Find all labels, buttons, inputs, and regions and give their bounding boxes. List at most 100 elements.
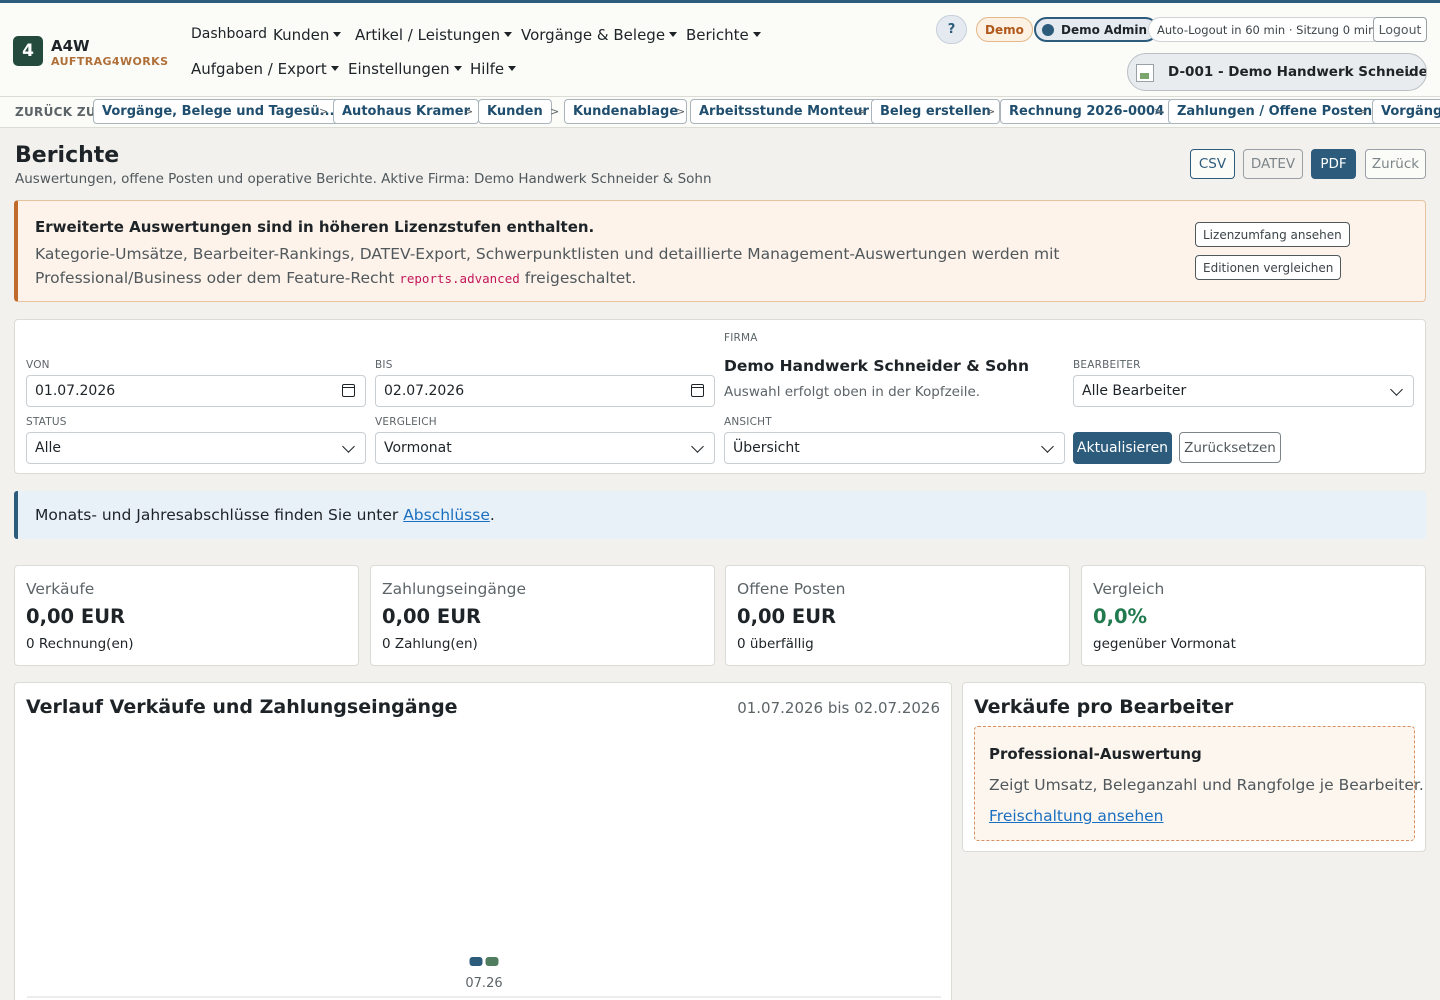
logout-button[interactable]: Logout bbox=[1373, 17, 1427, 42]
nav-einstellungen-label: Einstellungen bbox=[348, 60, 450, 78]
user-status-icon bbox=[1042, 23, 1054, 36]
nav-artikel-label: Artikel / Leistungen bbox=[355, 26, 501, 44]
sales-payments-chart: 07.26 bbox=[27, 957, 941, 998]
reset-button[interactable]: Zurücksetzen bbox=[1179, 432, 1281, 463]
back-button[interactable]: Zurück bbox=[1365, 149, 1426, 179]
chart-bar[interactable] bbox=[469, 957, 483, 966]
ansicht-label: ANSICHT bbox=[724, 416, 772, 428]
admin-label: Demo Admin bbox=[1061, 22, 1148, 37]
page-subtitle: Auswertungen, offene Posten und operativ… bbox=[15, 171, 712, 187]
demo-badge: Demo bbox=[976, 17, 1033, 42]
app-logo-icon[interactable]: 4 bbox=[13, 36, 43, 66]
kpi-value: 0,00 EUR bbox=[382, 605, 482, 628]
breadcrumb-item[interactable]: Autohaus Kramer bbox=[333, 99, 480, 124]
breadcrumb-item[interactable]: Zahlungen / Offene Posten bbox=[1168, 99, 1382, 124]
breadcrumb-item[interactable]: Beleg erstellen bbox=[871, 99, 1000, 124]
breadcrumb-item[interactable]: Vorgänge bbox=[1372, 99, 1440, 124]
vergleich-select[interactable]: Vormonat bbox=[375, 432, 715, 464]
chevron-down-icon bbox=[691, 440, 704, 453]
app-name[interactable]: A4W bbox=[51, 37, 90, 55]
kpi-sub: 0 Rechnung(en) bbox=[26, 636, 134, 652]
company-switcher-label: D-001 - Demo Handwerk Schneider & So bbox=[1168, 64, 1427, 80]
kpi-card-sales: Verkäufe 0,00 EUR 0 Rechnung(en) bbox=[14, 565, 359, 666]
kpi-value: 0,0% bbox=[1093, 605, 1148, 628]
license-alert: Erweiterte Auswertungen sind in höheren … bbox=[14, 200, 1426, 302]
firma-label: FIRMA bbox=[724, 332, 758, 344]
calendar-icon[interactable] bbox=[691, 384, 704, 397]
nav-einstellungen[interactable]: Einstellungen bbox=[348, 60, 462, 78]
closings-info-end: . bbox=[489, 506, 495, 524]
nav-berichte[interactable]: Berichte bbox=[686, 26, 761, 44]
nav-aufgaben-export[interactable]: Aufgaben / Export bbox=[191, 60, 339, 78]
kpi-value: 0,00 EUR bbox=[26, 605, 126, 628]
date-to-input[interactable]: 02.07.2026 bbox=[375, 375, 715, 407]
kpi-sub: gegenüber Vormonat bbox=[1093, 636, 1236, 652]
nav-aufgaben-label: Aufgaben / Export bbox=[191, 60, 327, 78]
von-label: VON bbox=[26, 359, 50, 371]
nav-hilfe[interactable]: Hilfe bbox=[470, 60, 516, 78]
closings-link[interactable]: Abschlüsse bbox=[403, 506, 490, 524]
status-select[interactable]: Alle bbox=[26, 432, 366, 464]
kpi-card-payments: Zahlungseingänge 0,00 EUR 0 Zahlung(en) bbox=[370, 565, 715, 666]
vergleich-label: VERGLEICH bbox=[375, 416, 437, 428]
license-alert-text: Kategorie-Umsätze, Bearbeiter-Rankings, … bbox=[35, 242, 1170, 291]
chevron-down-icon: ⌄ bbox=[1403, 65, 1414, 79]
kpi-card-comparison: Vergleich 0,0% gegenüber Vormonat bbox=[1081, 565, 1426, 666]
breadcrumb-item[interactable]: Kunden bbox=[478, 99, 552, 124]
side-card-title: Verkäufe pro Bearbeiter bbox=[974, 696, 1234, 718]
breadcrumb-item[interactable]: Vorgänge, Belege und Tagesü... bbox=[93, 99, 344, 124]
update-button[interactable]: Aktualisieren bbox=[1073, 432, 1172, 464]
kpi-sub: 0 überfällig bbox=[737, 636, 814, 652]
status-label: STATUS bbox=[26, 416, 67, 428]
unlock-link[interactable]: Freischaltung ansehen bbox=[989, 807, 1164, 825]
nav-vorgaenge[interactable]: Vorgänge & Belege bbox=[521, 26, 677, 44]
kpi-label: Zahlungseingänge bbox=[382, 580, 527, 598]
upsell-heading: Professional-Auswertung bbox=[989, 745, 1202, 763]
firma-hint: Auswahl erfolgt oben in der Kopfzeile. bbox=[724, 384, 981, 400]
top-navbar: 4 A4W AUFTRAG4WORKS Dashboard Kunden Art… bbox=[0, 0, 1440, 97]
bearbeiter-value: Alle Bearbeiter bbox=[1082, 383, 1187, 399]
professional-upsell-box: Professional-Auswertung Zeigt Umsatz, Be… bbox=[974, 726, 1424, 841]
breadcrumb-item[interactable]: Rechnung 2026-0004 bbox=[1000, 99, 1174, 124]
breadcrumb-separator: > bbox=[986, 105, 996, 118]
ansicht-value: Übersicht bbox=[733, 440, 800, 456]
license-scope-button[interactable]: Lizenzumfang ansehen bbox=[1195, 222, 1350, 247]
pdf-export-button[interactable]: PDF bbox=[1311, 149, 1356, 179]
nav-vorgaenge-label: Vorgänge & Belege bbox=[521, 26, 666, 44]
license-text-end: freigeschaltet. bbox=[519, 269, 637, 287]
page-title: Berichte bbox=[15, 143, 120, 168]
nav-kunden[interactable]: Kunden bbox=[273, 26, 341, 44]
breadcrumb-label: ZURÜCK ZU bbox=[15, 105, 96, 119]
nav-dashboard[interactable]: Dashboard bbox=[191, 26, 267, 42]
calendar-icon[interactable] bbox=[342, 384, 355, 397]
company-switcher[interactable]: D-001 - Demo Handwerk Schneider & So ⌄ bbox=[1127, 53, 1427, 91]
help-button[interactable]: ? bbox=[936, 15, 967, 44]
breadcrumb-item[interactable]: Arbeitsstunde Monteur bbox=[690, 99, 878, 124]
session-timer: Auto-Logout in 60 min · Sitzung 0 min bbox=[1148, 17, 1385, 42]
breadcrumb-separator: > bbox=[1358, 105, 1368, 118]
breadcrumb-item[interactable]: Kundenablage bbox=[564, 99, 688, 124]
kpi-label: Vergleich bbox=[1093, 580, 1165, 598]
breadcrumb-separator: > bbox=[676, 105, 686, 118]
status-value: Alle bbox=[35, 440, 61, 456]
csv-export-button[interactable]: CSV bbox=[1190, 149, 1235, 179]
company-image-icon bbox=[1136, 64, 1154, 82]
bearbeiter-label: BEARBEITER bbox=[1073, 359, 1141, 371]
admin-toggle[interactable]: Demo Admin bbox=[1034, 17, 1159, 42]
bearbeiter-select[interactable]: Alle Bearbeiter bbox=[1073, 375, 1414, 407]
app-subtitle: AUFTRAG4WORKS bbox=[51, 55, 169, 68]
breadcrumb-separator: > bbox=[857, 105, 867, 118]
upsell-text: Zeigt Umsatz, Beleganzahl und Rangfolge … bbox=[989, 776, 1424, 794]
nav-artikel[interactable]: Artikel / Leistungen bbox=[355, 26, 512, 44]
date-from-value: 01.07.2026 bbox=[35, 383, 116, 399]
compare-editions-button[interactable]: Editionen vergleichen bbox=[1195, 255, 1342, 280]
datev-export-button[interactable]: DATEV bbox=[1243, 149, 1303, 179]
feature-code: reports.advanced bbox=[399, 271, 520, 286]
kpi-sub: 0 Zahlung(en) bbox=[382, 636, 478, 652]
closings-info-label: Monats- und Jahresabschlüsse finden Sie … bbox=[35, 506, 404, 524]
ansicht-select[interactable]: Übersicht bbox=[724, 432, 1065, 464]
closings-info-text: Monats- und Jahresabschlüsse finden Sie … bbox=[35, 506, 495, 524]
closings-info-alert: Monats- und Jahresabschlüsse finden Sie … bbox=[14, 491, 1426, 539]
date-from-input[interactable]: 01.07.2026 bbox=[26, 375, 366, 407]
chart-bar[interactable] bbox=[485, 957, 499, 966]
